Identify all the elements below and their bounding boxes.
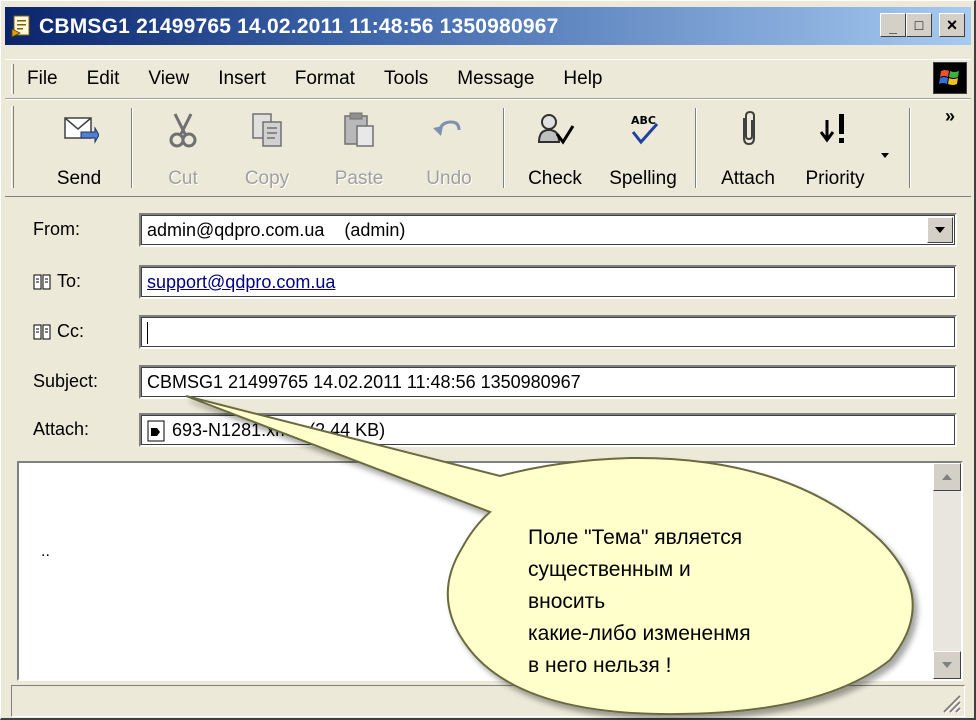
callout-line: в него нельзя ! xyxy=(528,654,672,677)
menu-help[interactable]: Help xyxy=(563,68,602,90)
address-book-icon xyxy=(33,274,51,289)
window-title: CBMSG1 21499765 14.02.2011 11:48:56 1350… xyxy=(39,15,559,38)
check-names-icon xyxy=(537,114,575,145)
send-label: Send xyxy=(56,168,102,189)
attachment-item[interactable]: 693-N1281.xmfx (2,44 KB) xyxy=(172,420,385,440)
cut-label: Cut xyxy=(168,168,198,189)
body-text: .. xyxy=(41,543,50,560)
resize-grip-icon[interactable] xyxy=(940,692,962,714)
send-button[interactable]: Send xyxy=(39,102,119,192)
callout-line: какие-либо измененмя xyxy=(528,622,751,645)
undo-button[interactable]: Undo xyxy=(409,102,489,192)
chevron-down-icon xyxy=(935,227,945,233)
to-field[interactable]: support@qdpro.com.ua xyxy=(139,265,957,299)
undo-label: Undo xyxy=(426,168,472,189)
message-icon xyxy=(11,15,30,38)
copy-icon xyxy=(252,113,282,147)
attach-label: Attach xyxy=(721,168,775,189)
attachment-file-icon xyxy=(147,420,165,442)
menu-insert[interactable]: Insert xyxy=(218,68,266,90)
from-dropdown-button[interactable] xyxy=(927,217,953,243)
to-label-group[interactable]: To: xyxy=(33,271,81,292)
priority-icon xyxy=(819,114,844,143)
toolbar-separator xyxy=(695,108,697,188)
address-book-icon xyxy=(33,324,51,339)
svg-text:ABC: ABC xyxy=(631,114,656,127)
scroll-down-button[interactable] xyxy=(933,651,961,679)
chevron-down-icon xyxy=(881,153,889,158)
title-bar[interactable]: CBMSG1 21499765 14.02.2011 11:48:56 1350… xyxy=(5,7,971,45)
minimize-icon: _ xyxy=(889,19,897,35)
status-bar xyxy=(11,685,965,717)
attach-field[interactable]: 693-N1281.xmfx (2,44 KB) xyxy=(139,413,957,447)
maximize-button[interactable]: □ xyxy=(906,13,932,37)
menu-format[interactable]: Format xyxy=(295,68,355,90)
from-label: From: xyxy=(33,219,80,239)
chevron-up-icon xyxy=(942,474,952,480)
cc-field[interactable] xyxy=(139,315,957,349)
minimize-button[interactable]: _ xyxy=(880,13,906,37)
priority-label: Priority xyxy=(805,168,865,189)
message-header-fields: From: admin@qdpro.com.ua (admin) To: sup… xyxy=(5,197,971,455)
close-icon: × xyxy=(946,14,958,35)
subject-value: CBMSG1 21499765 14.02.2011 11:48:56 1350… xyxy=(147,372,581,392)
menu-view[interactable]: View xyxy=(148,68,189,90)
cc-label-group[interactable]: Cc: xyxy=(33,321,84,342)
attach-label-field: Attach: xyxy=(33,419,90,439)
toolbar-grip[interactable] xyxy=(11,106,14,188)
to-value[interactable]: support@qdpro.com.ua xyxy=(147,272,335,292)
menu-edit[interactable]: Edit xyxy=(87,68,120,90)
scroll-up-button[interactable] xyxy=(933,463,961,491)
windows-logo-icon xyxy=(933,62,967,94)
toolbar-separator xyxy=(503,108,505,188)
maximize-icon: □ xyxy=(914,17,924,33)
menu-grip[interactable] xyxy=(11,64,14,94)
spelling-button[interactable]: ABC Spelling xyxy=(601,102,685,192)
spelling-label: Spelling xyxy=(609,168,677,189)
spelling-icon: ABC xyxy=(631,114,659,145)
callout-text: Поле "Тема" является существенным и внос… xyxy=(528,522,858,682)
menu-tools[interactable]: Tools xyxy=(384,68,428,90)
scissors-icon xyxy=(169,113,197,148)
menu-items: File Edit View Insert Format Tools Messa… xyxy=(27,60,631,98)
toolbar-more-button[interactable]: » xyxy=(945,106,955,127)
send-icon xyxy=(64,117,99,144)
subject-label: Subject: xyxy=(33,371,99,391)
menu-bar: File Edit View Insert Format Tools Messa… xyxy=(5,59,971,99)
toolbar: Send Cut Copy Paste Undo Check ABC Spell… xyxy=(5,99,971,197)
from-value: admin@qdpro.com.ua (admin) xyxy=(147,220,406,240)
chevron-down-icon xyxy=(942,662,952,668)
paste-icon xyxy=(344,112,374,147)
menu-message[interactable]: Message xyxy=(457,68,534,90)
toolbar-separator xyxy=(909,108,911,188)
cc-label: Cc: xyxy=(57,321,84,341)
undo-icon xyxy=(433,120,461,136)
from-select[interactable]: admin@qdpro.com.ua (admin) xyxy=(139,213,957,247)
callout-line: вносить xyxy=(528,590,606,613)
vertical-scrollbar[interactable] xyxy=(933,463,961,679)
menu-file[interactable]: File xyxy=(27,68,58,90)
copy-button[interactable]: Copy xyxy=(231,102,303,192)
paste-label: Paste xyxy=(334,168,384,189)
attach-button[interactable]: Attach xyxy=(707,102,789,192)
paperclip-icon xyxy=(743,110,755,146)
paste-button[interactable]: Paste xyxy=(319,102,399,192)
priority-dropdown-arrow[interactable] xyxy=(879,148,891,160)
priority-button[interactable]: Priority xyxy=(795,102,875,192)
check-label: Check xyxy=(528,168,582,189)
toolbar-separator xyxy=(131,108,133,188)
callout-line: Поле "Тема" является xyxy=(528,526,743,549)
close-button[interactable]: × xyxy=(939,13,965,37)
copy-label: Copy xyxy=(244,168,290,189)
cut-button[interactable]: Cut xyxy=(147,102,219,192)
check-button[interactable]: Check xyxy=(517,102,593,192)
callout-line: существенным и xyxy=(528,558,691,581)
subject-field[interactable]: CBMSG1 21499765 14.02.2011 11:48:56 1350… xyxy=(139,365,957,399)
to-label: To: xyxy=(57,271,82,291)
text-caret xyxy=(147,322,148,345)
